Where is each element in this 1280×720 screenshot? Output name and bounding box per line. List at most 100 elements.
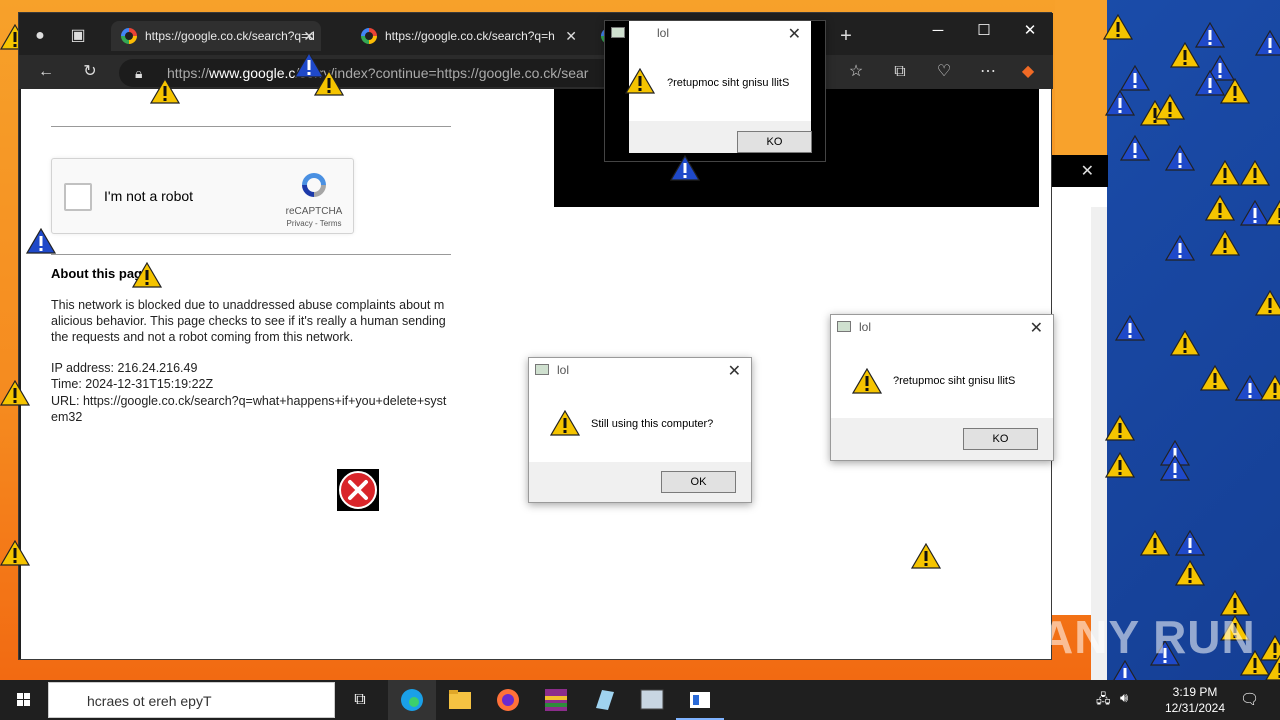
app-icon xyxy=(611,27,625,38)
app-icon xyxy=(535,364,549,375)
warning-icon xyxy=(1265,655,1280,680)
warning-icon xyxy=(1105,90,1135,116)
warning-icon xyxy=(911,543,941,569)
warning-icon xyxy=(1160,455,1190,481)
edge-icon[interactable] xyxy=(388,680,436,720)
warning-icon xyxy=(1220,78,1250,104)
clock-date: 12/31/2024 xyxy=(1164,701,1226,715)
watermark: ANY RUN xyxy=(1040,611,1256,663)
dialog-titlebar: lol ✕ xyxy=(611,21,811,51)
close-icon[interactable]: ✕ xyxy=(565,21,577,51)
volume-icon[interactable]: 🔊︎ xyxy=(1120,690,1128,706)
tab-1-label: https://google.co.ck/search?q=d xyxy=(145,29,315,43)
warning-icon xyxy=(1120,65,1150,91)
back-icon[interactable]: ← xyxy=(35,61,57,83)
address-bar[interactable]: 🔒︎ https://www.google.c/sorry/index?cont… xyxy=(119,59,619,87)
google-icon xyxy=(121,28,137,44)
close-icon[interactable]: ✕ xyxy=(728,360,741,384)
captcha-checkbox[interactable] xyxy=(64,183,92,211)
task-view-icon[interactable]: ⧉ xyxy=(336,680,384,720)
warning-icon xyxy=(625,68,655,94)
warning-icon xyxy=(1120,135,1150,161)
desktop-wallpaper-orange-right xyxy=(1055,0,1107,160)
google-icon xyxy=(361,28,377,44)
warning-icon xyxy=(1255,290,1280,316)
warning-icon xyxy=(1175,560,1205,586)
warning-icon xyxy=(314,70,344,96)
warning-icon xyxy=(1265,200,1280,226)
windows-start-icon[interactable] xyxy=(0,680,48,720)
dialog-title: lol xyxy=(859,320,872,334)
warning-icon xyxy=(1105,415,1135,441)
firefox-icon[interactable] xyxy=(484,680,532,720)
search-placeholder: hcraes ot ereh epyT xyxy=(87,693,212,709)
app-icon xyxy=(837,321,851,332)
divider xyxy=(51,254,451,255)
dialog-message: ?retupmoc siht gnisu llitS xyxy=(667,77,790,89)
warning-icon xyxy=(1175,530,1205,556)
warning-icon xyxy=(132,262,162,288)
tab-1[interactable]: https://google.co.ck/search?q=d ✕ xyxy=(111,21,321,51)
warning-icon xyxy=(1170,330,1200,356)
warning-icon xyxy=(1255,30,1280,56)
new-tab-icon[interactable]: + xyxy=(835,25,857,47)
app-window-icon[interactable] xyxy=(676,680,724,720)
maximize-button[interactable]: ☐ xyxy=(961,17,1007,45)
recaptcha-logo-icon xyxy=(302,173,326,197)
profile-icon[interactable]: ● xyxy=(29,25,51,47)
dialog-title: lol xyxy=(557,363,570,377)
error-icon xyxy=(337,469,379,511)
warning-icon xyxy=(1105,452,1135,478)
app-icon[interactable] xyxy=(628,680,676,720)
warning-icon xyxy=(1140,530,1170,556)
close-icon[interactable]: ✕ xyxy=(788,23,801,47)
collections-icon[interactable]: ⧉ xyxy=(889,61,911,83)
refresh-icon[interactable]: ↻ xyxy=(79,61,101,83)
close-icon[interactable]: ✕ xyxy=(303,21,315,51)
tab-actions-icon[interactable]: ▣ xyxy=(67,25,89,47)
warning-icon xyxy=(150,78,180,104)
minimize-button[interactable]: ─ xyxy=(915,17,961,45)
tab-2-label: https://google.co.ck/search?q=h xyxy=(385,29,555,43)
network-icon[interactable]: 🖧︎ xyxy=(1096,690,1111,712)
about-text: This network is blocked due to unaddress… xyxy=(51,298,446,344)
warning-icon xyxy=(1205,195,1235,221)
dialog-button[interactable]: KO xyxy=(737,131,812,153)
warning-icon xyxy=(550,410,580,436)
clock[interactable]: 3:19 PM 12/31/2024 xyxy=(1160,684,1230,716)
taskbar: hcraes ot ereh epyT ⧉ 🖧︎ 🔊︎ 3:19 PM 12/3… xyxy=(0,680,1280,720)
notifications-icon[interactable]: 🗨︎ xyxy=(1240,690,1259,708)
favorites-icon[interactable]: ☆ xyxy=(845,61,867,83)
warning-icon xyxy=(1210,230,1240,256)
copilot-icon[interactable]: ◆ xyxy=(1017,61,1039,83)
warning-icon xyxy=(1170,42,1200,68)
warning-icon xyxy=(670,155,700,181)
dialog-button[interactable]: OK xyxy=(661,471,736,493)
dialog-button[interactable]: KO xyxy=(963,428,1038,450)
dialog-titlebar: lol ✕ xyxy=(529,358,751,388)
winrar-icon[interactable] xyxy=(532,680,580,720)
close-window-button[interactable]: ✕ xyxy=(1007,17,1053,45)
warning-icon xyxy=(1115,315,1145,341)
request-url: URL: https://google.co.ck/search?q=what+… xyxy=(51,394,447,424)
captcha-brand: reCAPTCHA xyxy=(285,206,343,217)
file-explorer-icon[interactable] xyxy=(436,680,484,720)
warning-icon xyxy=(1260,375,1280,401)
performance-icon[interactable]: ♡ xyxy=(933,61,955,83)
address-domain: www.google.c xyxy=(209,65,296,81)
timestamp: Time: 2024-12-31T15:19:22Z xyxy=(51,377,214,391)
warning-icon xyxy=(0,540,30,566)
tab-2[interactable]: https://google.co.ck/search?q=h ✕ xyxy=(351,21,583,51)
close-icon[interactable]: ✕ xyxy=(1030,317,1043,341)
warning-icon xyxy=(0,380,30,406)
warning-icon xyxy=(1155,94,1185,120)
captcha-label: I'm not a robot xyxy=(104,188,194,204)
taskbar-search-box[interactable]: hcraes ot ereh epyT xyxy=(48,682,335,718)
app-icon[interactable] xyxy=(580,680,628,720)
captcha-links[interactable]: Privacy - Terms xyxy=(284,219,344,228)
dialog-message: ?retupmoc siht gnisu llitS xyxy=(893,375,1016,387)
close-icon[interactable]: ✕ xyxy=(1081,161,1094,181)
more-menu-icon[interactable]: ⋯ xyxy=(977,61,999,83)
divider xyxy=(51,126,451,127)
warning-icon xyxy=(1240,160,1270,186)
